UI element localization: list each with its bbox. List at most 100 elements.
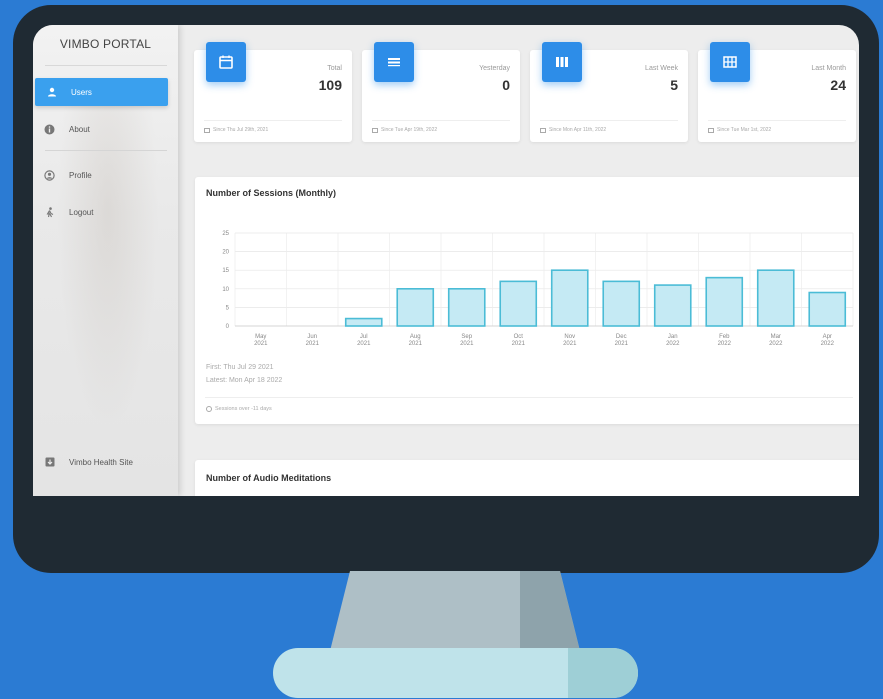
small-calendar-icon xyxy=(204,127,210,133)
x-tick-label: Mar xyxy=(771,334,781,340)
grid-icon xyxy=(710,42,750,82)
small-calendar-icon xyxy=(540,127,546,133)
stat-since: Since Thu Jul 29th, 2021 xyxy=(204,127,268,133)
x-tick-label: Apr xyxy=(823,334,832,340)
clock-icon xyxy=(206,406,212,412)
external-site-icon xyxy=(44,457,55,468)
x-tick-label: Jun xyxy=(307,334,317,340)
user-icon xyxy=(46,87,57,98)
monitor-frame: VIMBO PORTAL Users About Profile Logout … xyxy=(13,5,879,573)
sidebar-item-vimbo-health-site[interactable]: Vimbo Health Site xyxy=(33,448,178,476)
logout-icon xyxy=(44,206,55,218)
divider xyxy=(45,150,167,151)
stat-value: 24 xyxy=(830,77,846,93)
bar xyxy=(756,269,795,327)
chart-first-date: First: Thu Jul 29 2021 xyxy=(206,364,274,371)
bar xyxy=(396,288,435,327)
card-title: Number of Audio Meditations xyxy=(206,473,332,483)
x-tick-label: 2021 xyxy=(512,341,526,347)
y-tick-label: 5 xyxy=(226,305,230,311)
x-tick-label: Sep xyxy=(461,334,472,340)
sessions-chart-card: Number of Sessions (Monthly) 0 5 10 15 20 25 M… xyxy=(195,177,859,424)
sidebar-item-users[interactable]: Users xyxy=(35,78,168,106)
stat-label: Last Week xyxy=(645,65,678,72)
sidebar: VIMBO PORTAL Users About Profile Logout … xyxy=(33,25,178,496)
stat-value: 5 xyxy=(670,77,678,93)
since-text: Since Tue Mar 1st, 2022 xyxy=(717,127,772,133)
x-tick-label: Nov xyxy=(564,334,575,340)
screen: VIMBO PORTAL Users About Profile Logout … xyxy=(33,25,859,496)
since-text: Since Tue Apr 19th, 2022 xyxy=(381,127,438,133)
bar xyxy=(499,280,538,327)
sidebar-item-label: Logout xyxy=(69,207,94,217)
x-tick-label: 2021 xyxy=(254,341,268,347)
x-tick-label: 2021 xyxy=(460,341,474,347)
sidebar-item-label: Vimbo Health Site xyxy=(69,457,133,467)
sidebar-item-label: Profile xyxy=(69,170,92,180)
audio-meditations-card: Number of Audio Meditations xyxy=(195,460,859,496)
brand-title: VIMBO PORTAL xyxy=(59,37,152,51)
sidebar-item-label: Users xyxy=(71,87,92,97)
sessions-bar-chart: 0510152025May2021Jun2021Jul2021Aug2021Se… xyxy=(222,231,854,347)
bar xyxy=(808,291,847,327)
info-icon xyxy=(44,124,55,135)
columns-icon xyxy=(542,42,582,82)
monitor-stand-neck xyxy=(330,571,580,651)
x-tick-label: Jan xyxy=(668,334,678,340)
x-tick-label: 2021 xyxy=(409,341,423,347)
small-calendar-icon xyxy=(708,127,714,133)
divider xyxy=(372,120,510,121)
bar xyxy=(653,284,692,327)
since-text: Since Mon Apr 11th, 2022 xyxy=(549,127,607,133)
y-tick-label: 25 xyxy=(222,231,229,237)
x-tick-label: 2021 xyxy=(615,341,629,347)
y-tick-label: 0 xyxy=(226,324,230,330)
stat-since: Since Tue Apr 19th, 2022 xyxy=(372,127,437,133)
chart-footer: Sessions over -11 days xyxy=(206,406,272,412)
bar xyxy=(602,280,641,327)
chart-latest-date: Latest: Mon Apr 18 2022 xyxy=(206,377,283,384)
stat-value: 109 xyxy=(318,77,342,93)
chart-footer-text: Sessions over -11 days xyxy=(215,406,272,412)
y-tick-label: 15 xyxy=(222,268,229,274)
stat-card-total: Total 109 Since Thu Jul 29th, 2021 xyxy=(194,42,352,142)
stat-label: Yesterday xyxy=(479,65,510,72)
stat-value: 0 xyxy=(502,77,510,93)
profile-icon xyxy=(44,169,55,181)
stat-card-yesterday: Yesterday 0 Since Tue Apr 19th, 2022 xyxy=(362,42,520,142)
bar xyxy=(344,317,383,327)
sidebar-item-label: About xyxy=(69,124,90,134)
x-tick-label: 2022 xyxy=(821,341,835,347)
stat-card-last-month: Last Month 24 Since Tue Mar 1st, 2022 xyxy=(698,42,856,142)
x-tick-label: 2022 xyxy=(769,341,783,347)
x-tick-label: 2022 xyxy=(718,341,732,347)
small-calendar-icon xyxy=(372,127,378,133)
menu-lines-icon xyxy=(374,42,414,82)
calendar-icon xyxy=(206,42,246,82)
divider xyxy=(45,65,167,66)
y-tick-label: 10 xyxy=(222,287,229,293)
since-text: Since Thu Jul 29th, 2021 xyxy=(213,127,269,133)
stat-since: Since Mon Apr 11th, 2022 xyxy=(540,127,606,133)
divider xyxy=(205,397,853,398)
divider xyxy=(708,120,846,121)
stat-since: Since Tue Mar 1st, 2022 xyxy=(708,127,771,133)
x-tick-label: Oct xyxy=(514,334,524,340)
stat-label: Total xyxy=(327,65,342,72)
bar xyxy=(447,288,486,327)
bar xyxy=(550,269,589,327)
divider xyxy=(540,120,678,121)
x-tick-label: 2022 xyxy=(666,341,680,347)
x-tick-label: Feb xyxy=(719,334,730,340)
x-tick-label: 2021 xyxy=(357,341,371,347)
sidebar-item-about[interactable]: About xyxy=(33,115,178,143)
x-tick-label: Dec xyxy=(616,334,627,340)
x-tick-label: May xyxy=(255,334,266,340)
sidebar-item-profile[interactable]: Profile xyxy=(33,161,178,189)
stat-label: Last Month xyxy=(811,65,846,72)
sidebar-item-logout[interactable]: Logout xyxy=(33,198,178,226)
x-tick-label: 2021 xyxy=(306,341,320,347)
divider xyxy=(204,120,342,121)
bar xyxy=(705,276,744,327)
x-tick-label: Aug xyxy=(410,334,421,340)
